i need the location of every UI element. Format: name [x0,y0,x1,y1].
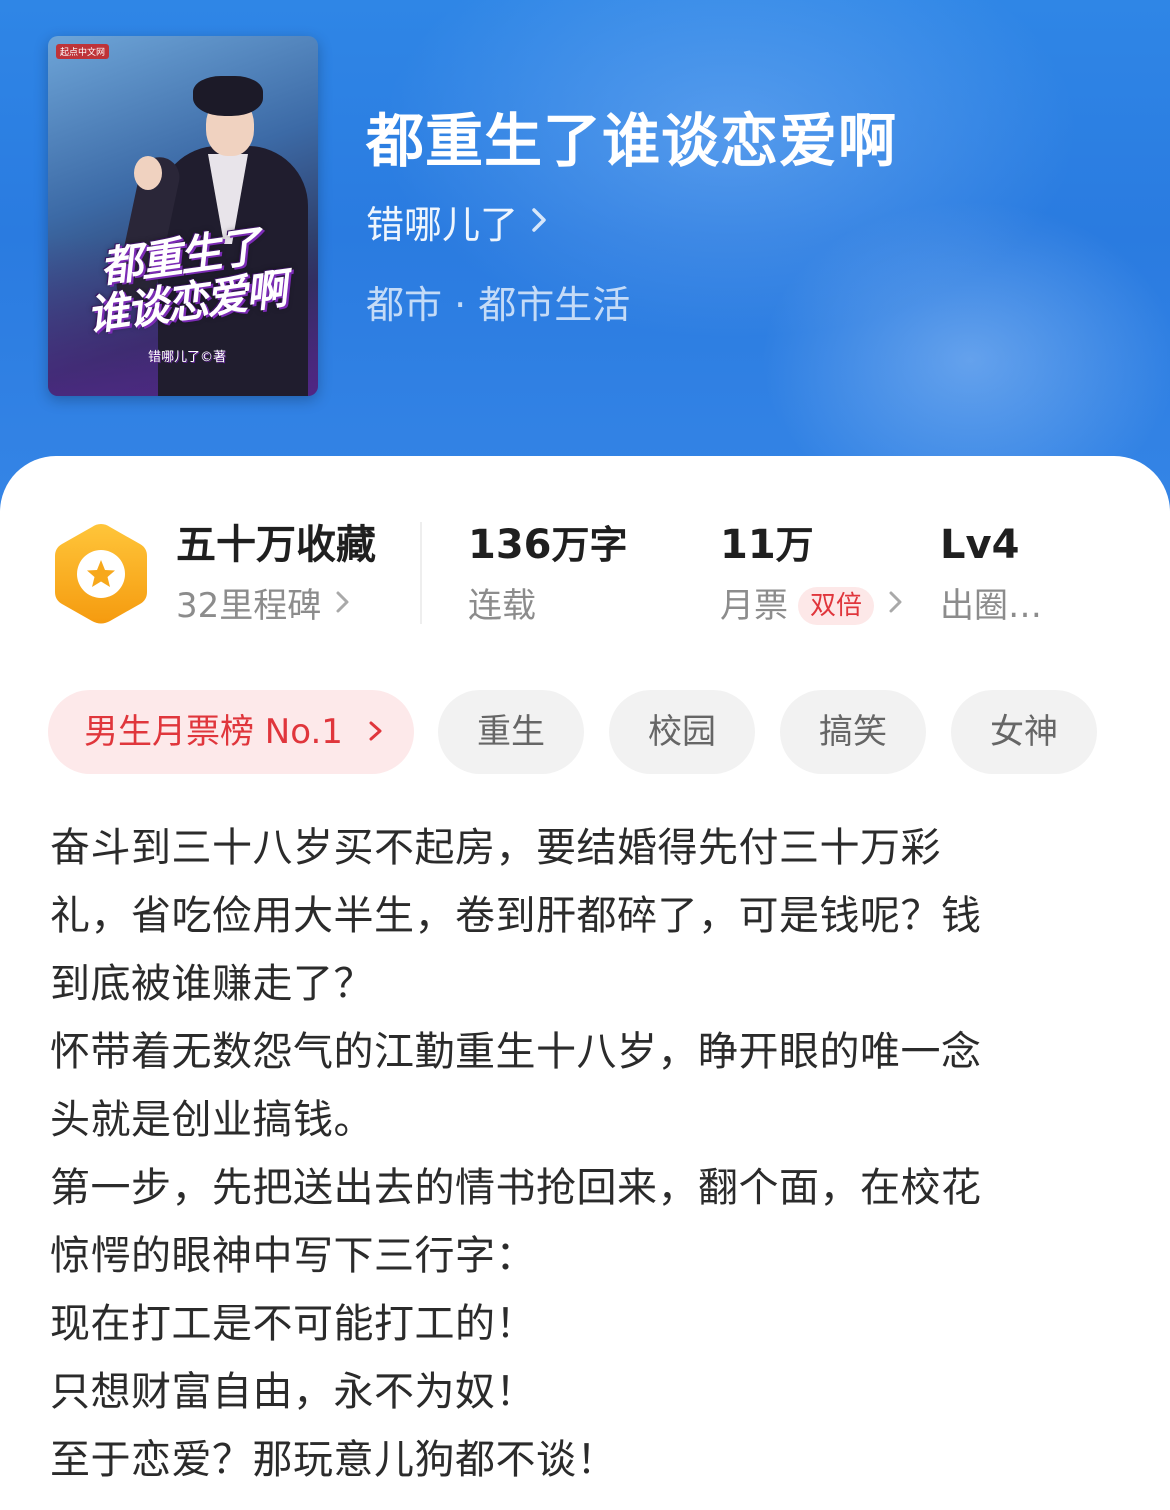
tag-item[interactable]: 重生 [438,690,584,774]
cover-publisher-logo: 起点中文网 [56,44,110,59]
description-line: 到底被谁赚走了？ [50,961,374,1007]
tag-item[interactable]: 女神 [951,690,1097,774]
stat-divider [420,522,422,624]
word-count: 136万字 [468,520,628,570]
favorites-count: 五十万收藏 [176,522,376,568]
description-line: 惊愕的眼神中写下三行字： [50,1233,536,1279]
level-label[interactable]: 出圈… [940,584,1042,628]
word-count-unit: 万字 [551,523,628,567]
description-line: 至于恋爱？那玩意儿狗都不谈！ [50,1437,617,1483]
chevron-right-icon [888,584,904,628]
book-cover[interactable]: 起点中文网 都重生了 谁谈恋爱啊 错哪儿了©著 [48,36,318,396]
description-line: 头就是创业搞钱。 [50,1097,374,1143]
description-line: 只想财富自由，永不为奴！ [50,1369,536,1415]
chevron-right-icon [368,712,384,752]
monthly-tickets-label: 月票 [720,586,788,626]
description-line: 奋斗到三十八岁买不起房，要结婚得先付三十万彩 [50,825,941,871]
description-line: 现在打工是不可能打工的！ [50,1301,536,1347]
chevron-right-icon [335,584,351,628]
monthly-tickets-unit: 万 [775,523,814,567]
description-line: 怀带着无数怨气的江勤重生十八岁，睁开眼的唯一念 [50,1029,982,1075]
milestone-link[interactable]: 32里程碑 [176,584,351,628]
rank-label: 男生月票榜 No.1 [84,712,343,752]
cover-author: 错哪儿了©著 [148,350,227,365]
monthly-tickets-number: 11 [720,522,776,568]
cover-figure-hand [134,156,162,190]
double-badge: 双倍 [798,587,875,625]
cover-figure-hair [193,76,263,116]
star-hexagon-icon[interactable] [50,520,152,628]
chevron-right-icon [530,200,548,250]
level: Lv4 [940,522,1020,568]
book-title: 都重生了谁谈恋爱啊 [366,107,898,175]
rank-tag[interactable]: 男生月票榜 No.1 [48,690,414,774]
monthly-tickets: 11万 [720,520,814,570]
description-line: 礼，省吃俭用大半生，卷到肝都碎了，可是钱呢？钱 [50,893,982,939]
description-line: 第一步，先把送出去的情书抢回来，翻个面，在校花 [50,1165,982,1211]
word-count-number: 136 [468,522,552,568]
book-header: 起点中文网 都重生了 谁谈恋爱啊 错哪儿了©著 都重生了谁谈恋爱啊 错哪儿了 都… [0,0,1170,520]
book-description[interactable]: 奋斗到三十八岁买不起房，要结婚得先付三十万彩 礼，省吃俭用大半生，卷到肝都碎了，… [50,814,1130,1494]
tag-item[interactable]: 校园 [609,690,755,774]
milestone-label: 32里程碑 [176,586,322,626]
serial-status: 连载 [468,586,536,626]
monthly-tickets-link[interactable]: 月票 双倍 [720,584,904,628]
author-link[interactable]: 错哪儿了 [366,200,548,250]
author-name: 错哪儿了 [366,203,519,247]
tag-item[interactable]: 搞笑 [780,690,926,774]
book-genre: 都市 · 都市生活 [366,283,631,327]
